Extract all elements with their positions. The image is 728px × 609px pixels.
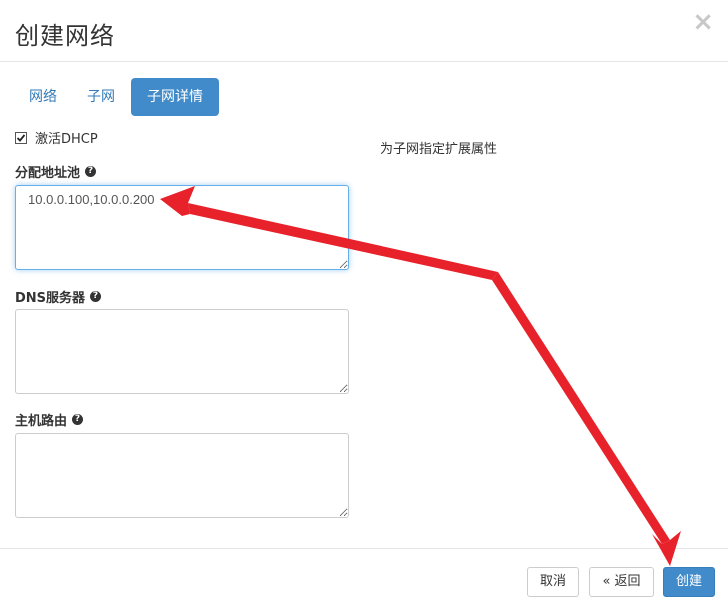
allocation-pools-label-text: 分配地址池 <box>15 166 81 181</box>
host-routes-label-text: 主机路由 <box>15 414 68 429</box>
create-network-modal: 创建网络 × 网络 子网 子网详情 激活DHCP 为子网指定扩展属性 分配地址池… <box>0 0 728 609</box>
allocation-pools-textarea[interactable]: 10.0.0.100,10.0.0.200 <box>15 185 349 270</box>
tab-subnet[interactable]: 子网 <box>73 78 129 116</box>
modal-footer: 取消 « 返回 创建 <box>0 548 728 609</box>
check-icon[interactable] <box>15 131 27 144</box>
create-button[interactable]: 创建 <box>663 567 715 597</box>
annotation-arrow-to-create-button <box>492 272 670 544</box>
allocation-pools-label: 分配地址池 ? <box>15 162 97 181</box>
side-help-text: 为子网指定扩展属性 <box>380 142 498 157</box>
question-circle-icon[interactable]: ? <box>85 166 97 177</box>
dhcp-label: 激活DHCP <box>35 132 98 147</box>
cancel-button[interactable]: 取消 <box>527 567 579 597</box>
question-circle-icon[interactable]: ? <box>90 291 102 302</box>
dns-servers-label: DNS服务器 ? <box>15 287 102 306</box>
host-routes-label: 主机路由 ? <box>15 410 84 429</box>
question-circle-icon[interactable]: ? <box>72 414 84 425</box>
tab-subnet-details[interactable]: 子网详情 <box>131 78 219 116</box>
dns-servers-textarea[interactable] <box>15 309 349 394</box>
back-button[interactable]: « 返回 <box>589 567 654 597</box>
wizard-tabs: 网络 子网 子网详情 <box>15 78 221 116</box>
dns-servers-label-text: DNS服务器 <box>15 291 86 306</box>
close-icon[interactable]: × <box>692 9 714 35</box>
tab-network[interactable]: 网络 <box>15 78 71 116</box>
modal-header: 创建网络 × <box>0 0 728 62</box>
modal-title: 创建网络 <box>15 22 115 50</box>
dhcp-checkbox-row[interactable]: 激活DHCP <box>15 128 98 147</box>
host-routes-textarea[interactable] <box>15 433 349 518</box>
